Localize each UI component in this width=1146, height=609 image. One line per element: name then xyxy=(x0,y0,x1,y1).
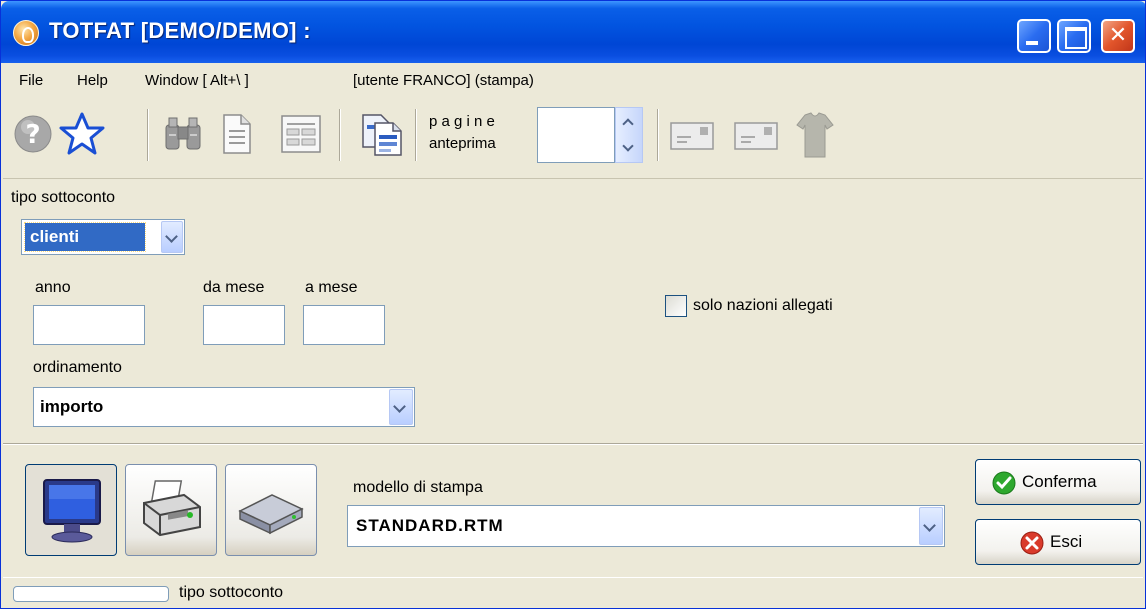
solo-nazioni-checkbox[interactable] xyxy=(665,295,687,317)
toolbar-separator xyxy=(415,109,417,161)
maximize-button[interactable] xyxy=(1057,19,1091,53)
progress-bar xyxy=(13,586,169,602)
anno-input[interactable] xyxy=(33,305,145,345)
a-mese-label: a mese xyxy=(305,279,358,296)
close-button[interactable]: ✕ xyxy=(1101,19,1135,53)
tipo-sottoconto-label: tipo sottoconto xyxy=(11,189,116,206)
ordinamento-value: importo xyxy=(40,397,104,416)
check-icon xyxy=(992,471,1016,495)
toolbar: ? p a g i n e anteprima xyxy=(3,99,1143,179)
confirm-label: Conferma xyxy=(1022,472,1097,491)
status-text: tipo sottoconto xyxy=(179,584,284,601)
toolbar-separator xyxy=(339,109,341,161)
confirm-button[interactable]: Conferma xyxy=(975,459,1141,505)
shirt-icon[interactable] xyxy=(795,111,835,159)
exit-label: Esci xyxy=(1050,532,1083,551)
menu-help[interactable]: Help xyxy=(77,72,108,89)
title-bar[interactable]: TOTFAT [DEMO/DEMO] : ✕ xyxy=(1,1,1145,63)
pages-spinner[interactable] xyxy=(615,107,643,163)
toolbar-separator xyxy=(657,109,659,161)
document-icon[interactable] xyxy=(221,113,253,155)
exit-button[interactable]: Esci xyxy=(975,519,1141,565)
anno-label: anno xyxy=(35,279,71,296)
app-logo-icon xyxy=(13,20,39,46)
help-icon[interactable]: ? xyxy=(13,113,53,155)
output-disk-button[interactable] xyxy=(225,464,317,556)
pages-input[interactable] xyxy=(537,107,615,163)
da-mese-label: da mese xyxy=(203,279,265,296)
output-printer-button[interactable] xyxy=(125,464,217,556)
ordinamento-select[interactable]: importo xyxy=(33,387,415,427)
modello-label: modello di stampa xyxy=(353,479,483,496)
svg-text:?: ? xyxy=(25,120,40,150)
favorite-star-icon[interactable] xyxy=(59,111,105,157)
a-mese-input[interactable] xyxy=(303,305,385,345)
chevron-down-icon[interactable] xyxy=(622,140,634,152)
menu-bar: File Help Window [ Alt+\ ] [utente FRANC… xyxy=(3,65,1143,97)
section-divider xyxy=(3,443,1143,445)
output-screen-button[interactable] xyxy=(25,464,117,556)
chevron-up-icon[interactable] xyxy=(622,118,634,130)
menu-file[interactable]: File xyxy=(19,72,43,89)
envelope-icon[interactable] xyxy=(669,121,715,151)
window-title: TOTFAT [DEMO/DEMO] : xyxy=(49,18,311,43)
form-icon[interactable] xyxy=(279,113,323,155)
envelope-icon[interactable] xyxy=(733,121,779,151)
modello-value: STANDARD.RTM xyxy=(356,516,504,535)
tipo-sottoconto-value: clienti xyxy=(30,227,80,246)
pages-label: p a g i n e xyxy=(429,113,495,130)
status-bar: tipo sottoconto xyxy=(3,577,1143,607)
ordinamento-label: ordinamento xyxy=(33,359,122,376)
app-window: TOTFAT [DEMO/DEMO] : ✕ File Help Window … xyxy=(0,0,1146,609)
preview-label: anteprima xyxy=(429,135,496,152)
user-info: [utente FRANCO] (stampa) xyxy=(353,72,534,89)
menu-window[interactable]: Window [ Alt+\ ] xyxy=(145,72,249,89)
close-icon: ✕ xyxy=(1108,23,1128,48)
printer-icon xyxy=(143,480,201,537)
copy-pages-icon[interactable] xyxy=(359,111,405,157)
solo-nazioni-label: solo nazioni allegati xyxy=(693,297,833,314)
tipo-sottoconto-select[interactable]: clienti xyxy=(21,219,185,255)
da-mese-input[interactable] xyxy=(203,305,285,345)
monitor-icon xyxy=(43,479,101,543)
modello-select[interactable]: STANDARD.RTM xyxy=(347,505,945,547)
cancel-icon xyxy=(1020,531,1044,555)
disk-drive-icon xyxy=(238,494,304,535)
binoculars-icon[interactable] xyxy=(163,115,203,153)
chevron-down-icon[interactable] xyxy=(919,507,943,545)
toolbar-separator xyxy=(147,109,149,161)
chevron-down-icon[interactable] xyxy=(161,221,183,253)
minimize-button[interactable] xyxy=(1017,19,1051,53)
chevron-down-icon[interactable] xyxy=(389,389,413,425)
